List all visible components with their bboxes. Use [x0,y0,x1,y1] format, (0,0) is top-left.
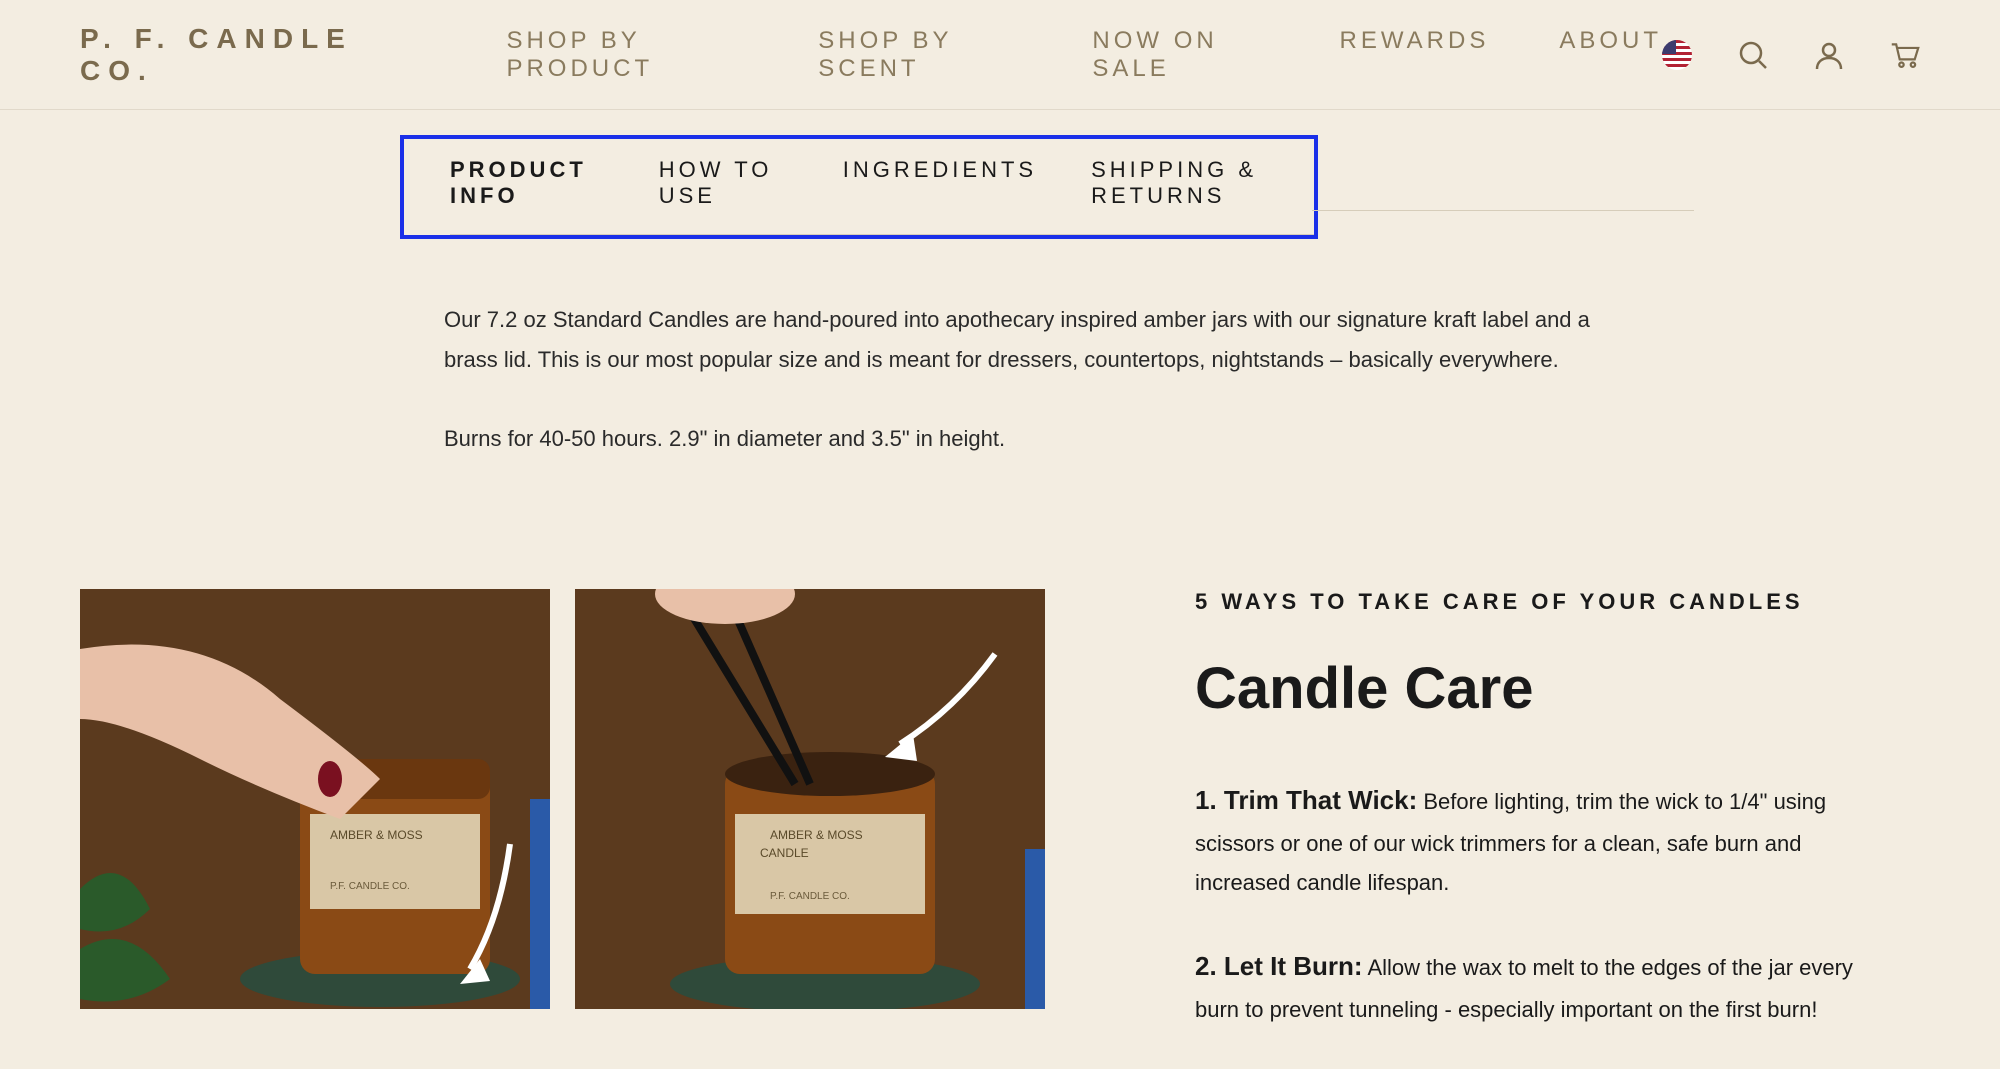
svg-text:AMBER & MOSS: AMBER & MOSS [770,828,863,842]
header: P. F. CANDLE CO. SHOP BY PRODUCT SHOP BY… [0,0,2000,110]
tab-shipping-returns[interactable]: SHIPPING & RETURNS [1091,157,1314,209]
header-icons [1662,40,1920,70]
nav-item-shop-by-product[interactable]: SHOP BY PRODUCT [506,27,748,83]
tab-ingredients[interactable]: INGREDIENTS [843,157,1037,209]
product-specs-paragraph: Burns for 40-50 hours. 2.9" in diameter … [444,419,1594,459]
product-tabs: PRODUCT INFO HOW TO USE INGREDIENTS SHIP… [450,157,1314,235]
care-item-1-head: 1. Trim That Wick: [1195,785,1417,815]
annotation-highlight-box: PRODUCT INFO HOW TO USE INGREDIENTS SHIP… [400,135,1318,239]
us-flag-icon [1662,40,1692,70]
care-item-2-head: 2. Let It Burn: [1195,951,1363,981]
care-item-1: 1. Trim That Wick: Before lighting, trim… [1195,777,1875,903]
care-images: AMBER & MOSS P.F. CANDLE CO. [80,589,1045,1069]
svg-text:AMBER & MOSS: AMBER & MOSS [330,828,423,842]
care-image-2: AMBER & MOSS CANDLE P.F. CANDLE CO. [575,589,1045,1009]
site-logo[interactable]: P. F. CANDLE CO. [80,23,406,87]
care-image-1: AMBER & MOSS P.F. CANDLE CO. [80,589,550,1009]
care-title: Candle Care [1195,655,1875,722]
tab-how-to-use[interactable]: HOW TO USE [659,157,789,209]
search-icon[interactable] [1738,40,1768,70]
product-description-paragraph: Our 7.2 oz Standard Candles are hand-pou… [444,300,1594,379]
care-item-2: 2. Let It Burn: Allow the wax to melt to… [1195,943,1875,1029]
nav-item-about[interactable]: ABOUT [1559,27,1662,83]
main-nav: SHOP BY PRODUCT SHOP BY SCENT NOW ON SAL… [506,27,1662,83]
tab-product-info[interactable]: PRODUCT INFO [450,157,605,209]
product-info-panel: Our 7.2 oz Standard Candles are hand-pou… [444,300,1594,459]
nav-item-rewards[interactable]: REWARDS [1340,27,1490,83]
candle-care-section: AMBER & MOSS P.F. CANDLE CO. [0,589,2000,1069]
product-tabs-wrap: PRODUCT INFO HOW TO USE INGREDIENTS SHIP… [400,135,1670,240]
cart-icon[interactable] [1890,40,1920,70]
care-text: 5 WAYS TO TAKE CARE OF YOUR CANDLES Cand… [1195,589,1875,1069]
care-eyebrow: 5 WAYS TO TAKE CARE OF YOUR CANDLES [1195,589,1875,615]
country-selector[interactable] [1662,40,1692,70]
svg-text:CANDLE: CANDLE [760,846,809,860]
account-icon[interactable] [1814,40,1844,70]
svg-text:P.F. CANDLE CO.: P.F. CANDLE CO. [770,891,850,902]
nav-item-now-on-sale[interactable]: NOW ON SALE [1092,27,1269,83]
tabs-border-extension [1312,210,1694,211]
svg-text:P.F. CANDLE CO.: P.F. CANDLE CO. [330,881,410,892]
nav-item-shop-by-scent[interactable]: SHOP BY SCENT [818,27,1022,83]
